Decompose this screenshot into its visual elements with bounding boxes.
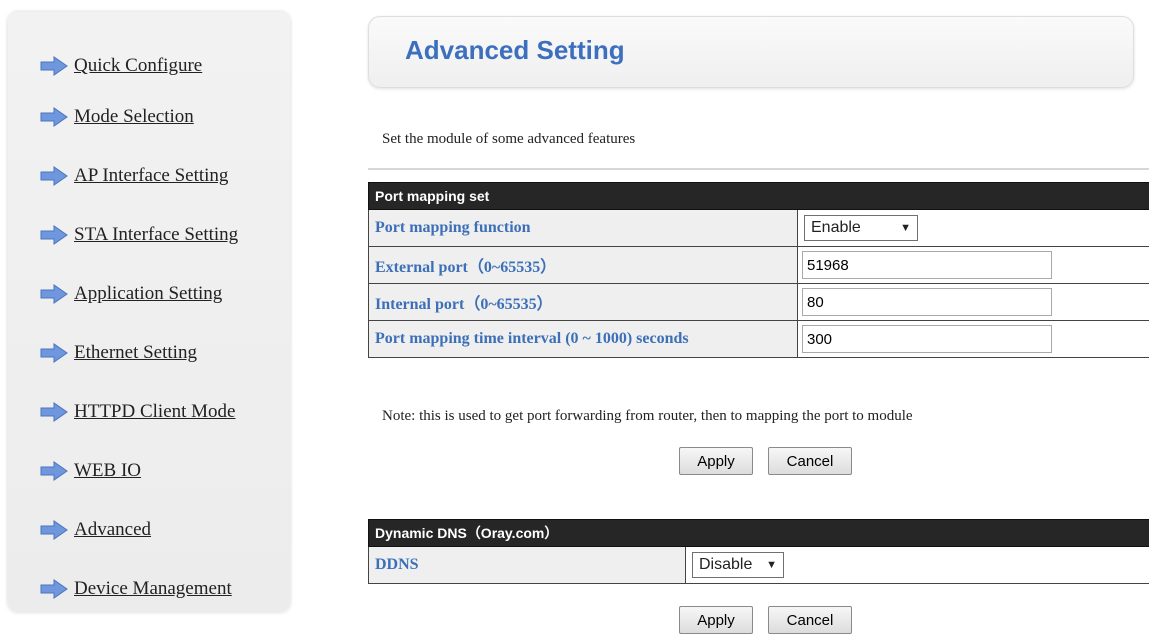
sidebar-item-ethernet-setting[interactable]: Ethernet Setting [40, 338, 197, 368]
divider [368, 168, 1149, 170]
arrow-right-icon [40, 402, 68, 422]
page-title: Advanced Setting [405, 35, 625, 66]
mapping-interval-cell [798, 321, 1149, 358]
sidebar-item-label[interactable]: Application Setting [74, 283, 222, 305]
arrow-right-icon [40, 284, 68, 304]
sidebar-item-application-setting[interactable]: Application Setting [40, 279, 222, 309]
internal-port-label: Internal port（0~65535） [369, 284, 798, 321]
arrow-right-icon [40, 520, 68, 540]
sidebar-item-web-io[interactable]: WEB IO [40, 456, 141, 486]
sidebar-item-httpd-client-mode[interactable]: HTTPD Client Mode [40, 397, 236, 427]
sidebar-item-label[interactable]: AP Interface Setting [74, 165, 228, 187]
sidebar-item-sta-interface-setting[interactable]: STA Interface Setting [40, 220, 238, 250]
arrow-right-icon [40, 579, 68, 599]
sidebar-item-label[interactable]: Advanced [74, 519, 151, 541]
external-port-cell [798, 247, 1149, 284]
external-port-label: External port（0~65535） [369, 247, 798, 284]
sidebar-item-label[interactable]: Device Management [74, 578, 232, 600]
sidebar: Quick Configure Mode Selection AP Interf… [8, 12, 290, 612]
sidebar-item-quick-configure[interactable]: Quick Configure [40, 51, 202, 81]
select-value: Disable [699, 556, 752, 574]
ddns-cancel-button[interactable]: Cancel [768, 606, 852, 634]
ddns-select[interactable]: Disable ▼ [692, 552, 784, 578]
ddns-table: Dynamic DNS（Oray.com） DDNS Disable ▼ [368, 519, 1149, 584]
apply-button[interactable]: Apply [679, 447, 753, 475]
page-header: Advanced Setting [368, 16, 1134, 88]
ddns-apply-button[interactable]: Apply [679, 606, 753, 634]
sidebar-item-ap-interface-setting[interactable]: AP Interface Setting [40, 161, 228, 191]
cancel-button[interactable]: Cancel [768, 447, 852, 475]
port-mapping-table: Port mapping set Port mapping function E… [368, 182, 1149, 358]
port-mapping-function-cell: Enable ▼ [798, 210, 1149, 247]
sidebar-item-label[interactable]: Quick Configure [74, 55, 202, 77]
arrow-right-icon [40, 461, 68, 481]
port-mapping-note: Note: this is used to get port forwardin… [382, 408, 913, 425]
arrow-right-icon [40, 343, 68, 363]
sidebar-item-device-management[interactable]: Device Management [40, 574, 232, 604]
external-port-input[interactable] [802, 251, 1052, 279]
intro-text: Set the module of some advanced features [382, 131, 635, 148]
mapping-interval-input[interactable] [802, 325, 1052, 353]
sidebar-item-label[interactable]: HTTPD Client Mode [74, 401, 236, 423]
chevron-down-icon: ▼ [900, 222, 911, 234]
sidebar-item-label[interactable]: WEB IO [74, 460, 141, 482]
select-value: Enable [811, 219, 861, 237]
sidebar-item-label[interactable]: Ethernet Setting [74, 342, 197, 364]
port-mapping-function-label: Port mapping function [369, 210, 798, 247]
ddns-cell: Disable ▼ [686, 547, 1149, 584]
sidebar-item-advanced[interactable]: Advanced [40, 515, 151, 545]
port-mapping-header: Port mapping set [369, 183, 1149, 210]
sidebar-item-mode-selection[interactable]: Mode Selection [40, 102, 194, 132]
internal-port-cell [798, 284, 1149, 321]
sidebar-item-label[interactable]: Mode Selection [74, 106, 194, 128]
sidebar-item-label[interactable]: STA Interface Setting [74, 224, 238, 246]
mapping-interval-label: Port mapping time interval (0 ~ 1000) se… [369, 321, 798, 358]
ddns-header: Dynamic DNS（Oray.com） [369, 520, 1149, 547]
port-mapping-function-select[interactable]: Enable ▼ [804, 215, 918, 241]
ddns-label: DDNS [369, 547, 686, 584]
arrow-right-icon [40, 56, 68, 76]
arrow-right-icon [40, 225, 68, 245]
arrow-right-icon [40, 166, 68, 186]
arrow-right-icon [40, 107, 68, 127]
internal-port-input[interactable] [802, 288, 1052, 316]
chevron-down-icon: ▼ [766, 559, 777, 571]
